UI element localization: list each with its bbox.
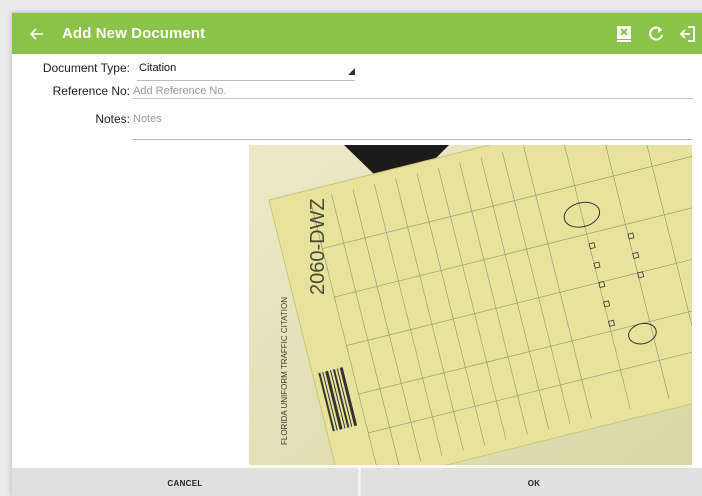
document-type-select[interactable]: Citation (137, 59, 355, 81)
citation-number-text: 2060-DWZ (307, 198, 329, 295)
page-title: Add New Document (62, 25, 206, 42)
document-type-label: Document Type: (42, 61, 130, 75)
ok-button[interactable]: OK (361, 468, 702, 496)
reference-underline (133, 98, 693, 99)
toolbar-actions (611, 13, 701, 54)
logout-icon (679, 25, 695, 42)
action-bar: CANCEL OK (12, 468, 702, 496)
dropdown-arrow-icon (348, 68, 355, 75)
arrow-left-icon (30, 27, 43, 40)
document-photo: 2060-DWZ FLORIDA UNIFORM TRAFFIC CITATIO… (249, 145, 692, 465)
notes-label: Notes: (95, 112, 130, 126)
close-box-icon (617, 25, 631, 42)
logout-button[interactable] (675, 21, 701, 47)
refresh-button[interactable] (643, 21, 669, 47)
screen: Add New Document Document Type: Citation… (0, 0, 702, 496)
add-document-screen: Add New Document Document Type: Citation… (12, 13, 702, 496)
document-type-value: Citation (139, 62, 177, 74)
back-button[interactable] (12, 13, 62, 54)
refresh-icon (649, 26, 663, 41)
cancel-button[interactable]: CANCEL (12, 468, 358, 496)
toolbar: Add New Document (12, 13, 702, 54)
notes-underline (133, 139, 693, 140)
notes-input[interactable] (133, 109, 693, 129)
citation-header-text: FLORIDA UNIFORM TRAFFIC CITATION (280, 297, 289, 445)
reference-label: Reference No: (52, 84, 130, 98)
close-document-button[interactable] (611, 21, 637, 47)
